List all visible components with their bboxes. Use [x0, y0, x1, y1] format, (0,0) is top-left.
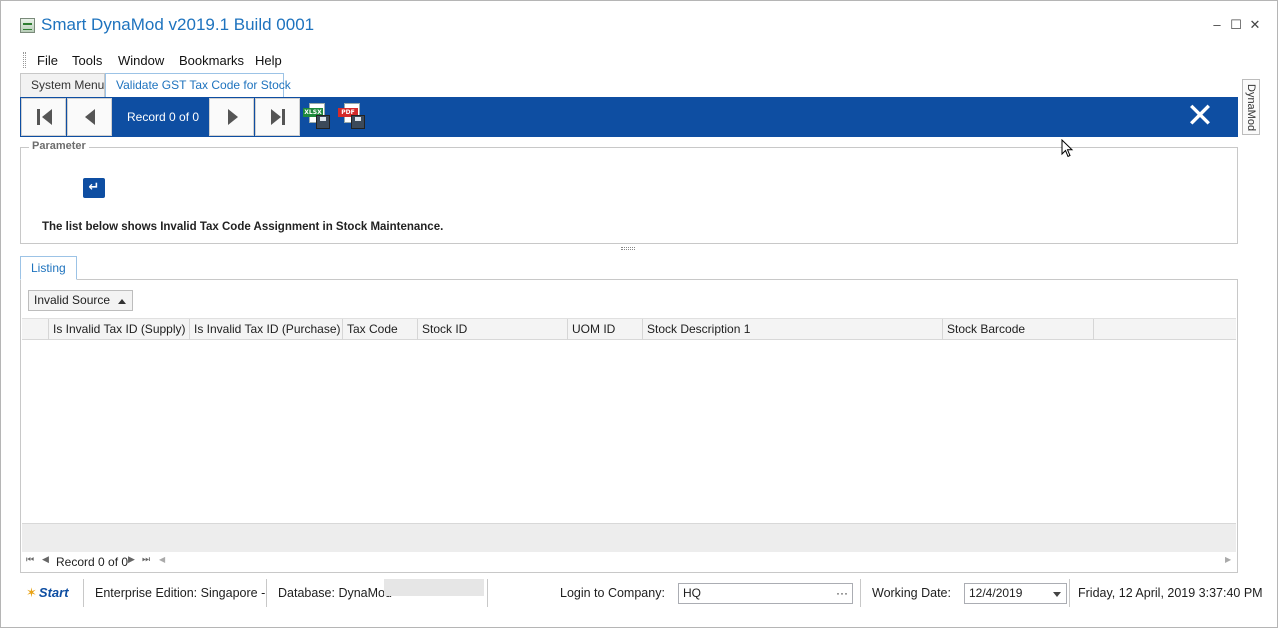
previous-record-button[interactable] — [67, 98, 112, 136]
minimize-icon[interactable]: – — [1210, 17, 1224, 33]
previous-record-icon — [85, 109, 95, 125]
menu-bookmarks[interactable]: Bookmarks — [179, 53, 244, 68]
scroll-left-icon[interactable]: ◀ — [159, 555, 165, 564]
pager-record-text: Record 0 of 0 — [56, 555, 129, 569]
maximize-icon[interactable]: ☐ — [1229, 17, 1243, 33]
record-counter: Record 0 of 0 — [127, 110, 200, 124]
last-record-button[interactable] — [255, 98, 300, 136]
menu-window[interactable]: Window — [118, 53, 164, 68]
chevron-down-icon[interactable] — [1053, 592, 1061, 597]
pager-previous-icon[interactable]: ◀ — [42, 555, 49, 565]
tab-listing[interactable]: Listing — [20, 256, 77, 280]
pager-last-icon[interactable]: ⏭ — [142, 555, 150, 565]
column-header[interactable]: Stock Barcode — [943, 319, 1094, 340]
parameter-legend: Parameter — [29, 140, 89, 152]
grid-pager: ⏮ ◀ Record 0 of 0 ▶ ⏭ ◀ ▶ — [22, 552, 1236, 572]
column-header[interactable]: Tax Code — [343, 319, 418, 340]
scroll-right-icon[interactable]: ▶ — [1225, 555, 1231, 564]
enter-icon[interactable] — [83, 178, 105, 198]
export-xlsx-icon[interactable]: XLSX — [303, 103, 331, 131]
company-field[interactable]: HQ ··· — [678, 583, 853, 604]
start-logo[interactable]: ✶ Start — [26, 585, 69, 601]
start-logo-text: Start — [38, 585, 69, 600]
close-window-icon[interactable]: ✕ — [1248, 17, 1262, 33]
next-record-icon — [228, 109, 238, 125]
parameter-note: The list below shows Invalid Tax Code As… — [42, 221, 444, 233]
listing-panel: Invalid Source Is Invalid Tax ID (Supply… — [20, 280, 1238, 573]
menu-file[interactable]: File — [37, 53, 58, 68]
status-bar: ✶ Start Enterprise Edition: Singapore - D… — [20, 578, 1263, 608]
side-dock-tab-label: DynaMod — [1245, 84, 1257, 132]
start-spark-icon: ✶ — [26, 585, 37, 600]
title-bar: Smart DynaMod v2019.1 Build 0001 – ☐ ✕ — [1, 1, 1277, 45]
splitter-handle[interactable] — [621, 247, 635, 250]
first-record-button[interactable] — [21, 98, 66, 136]
pager-next-icon[interactable]: ▶ — [128, 555, 135, 565]
sort-ascending-icon — [118, 299, 126, 304]
edition-label: Enterprise Edition: Singapore - — [95, 586, 266, 600]
column-header[interactable]: Stock Description 1 — [643, 319, 943, 340]
company-lookup-button[interactable]: ··· — [836, 584, 848, 603]
pager-first-icon[interactable]: ⏮ — [26, 555, 34, 565]
tab-validate-gst[interactable]: Validate GST Tax Code for Stock — [105, 73, 291, 98]
app-logo-icon — [20, 18, 35, 33]
close-icon[interactable]: ✕ — [1185, 99, 1215, 133]
company-value: HQ — [683, 586, 701, 600]
group-by-label: Invalid Source — [34, 293, 111, 307]
group-by-invalid-source[interactable]: Invalid Source — [28, 290, 133, 311]
grid-body[interactable] — [22, 340, 1236, 523]
working-date-label: Working Date: — [872, 586, 951, 600]
export-pdf-icon[interactable]: PDF — [338, 103, 366, 131]
window-title: Smart DynaMod v2019.1 Build 0001 — [41, 15, 315, 34]
column-header[interactable]: Is Invalid Tax ID (Purchase) — [190, 319, 343, 340]
column-header[interactable]: UOM ID — [568, 319, 643, 340]
menu-bar: File Tools Window Bookmarks Help — [1, 49, 1277, 71]
database-label: Database: DynaMod — [278, 586, 392, 600]
next-record-button[interactable] — [209, 98, 254, 136]
mouse-cursor-icon — [1061, 139, 1074, 158]
menu-grip[interactable] — [23, 52, 26, 68]
row-indicator-header — [22, 319, 49, 340]
working-date-value: 12/4/2019 — [969, 586, 1023, 600]
app-window: Smart DynaMod v2019.1 Build 0001 – ☐ ✕ F… — [0, 0, 1278, 628]
clock-label: Friday, 12 April, 2019 3:37:40 PM — [1078, 586, 1263, 600]
menu-tools[interactable]: Tools — [72, 53, 102, 68]
listing-tabs: Listing — [20, 256, 1238, 280]
side-dock-tab[interactable]: DynaMod — [1242, 79, 1260, 135]
record-toolbar: Record 0 of 0 XLSX PDF ✕ — [20, 97, 1238, 137]
grid-footer — [22, 523, 1236, 552]
column-header[interactable]: Stock ID — [418, 319, 568, 340]
grid-header: Is Invalid Tax ID (Supply) Is Invalid Ta… — [22, 318, 1236, 340]
tab-system-menu[interactable]: System Menu — [20, 73, 105, 97]
login-company-label: Login to Company: — [560, 586, 665, 600]
redacted-database-name — [384, 579, 484, 596]
parameter-group: Parameter The list below shows Invalid T… — [20, 140, 1238, 244]
menu-help[interactable]: Help — [255, 53, 282, 68]
column-header[interactable]: Is Invalid Tax ID (Supply) — [49, 319, 190, 340]
working-date-field[interactable]: 12/4/2019 — [964, 583, 1067, 604]
